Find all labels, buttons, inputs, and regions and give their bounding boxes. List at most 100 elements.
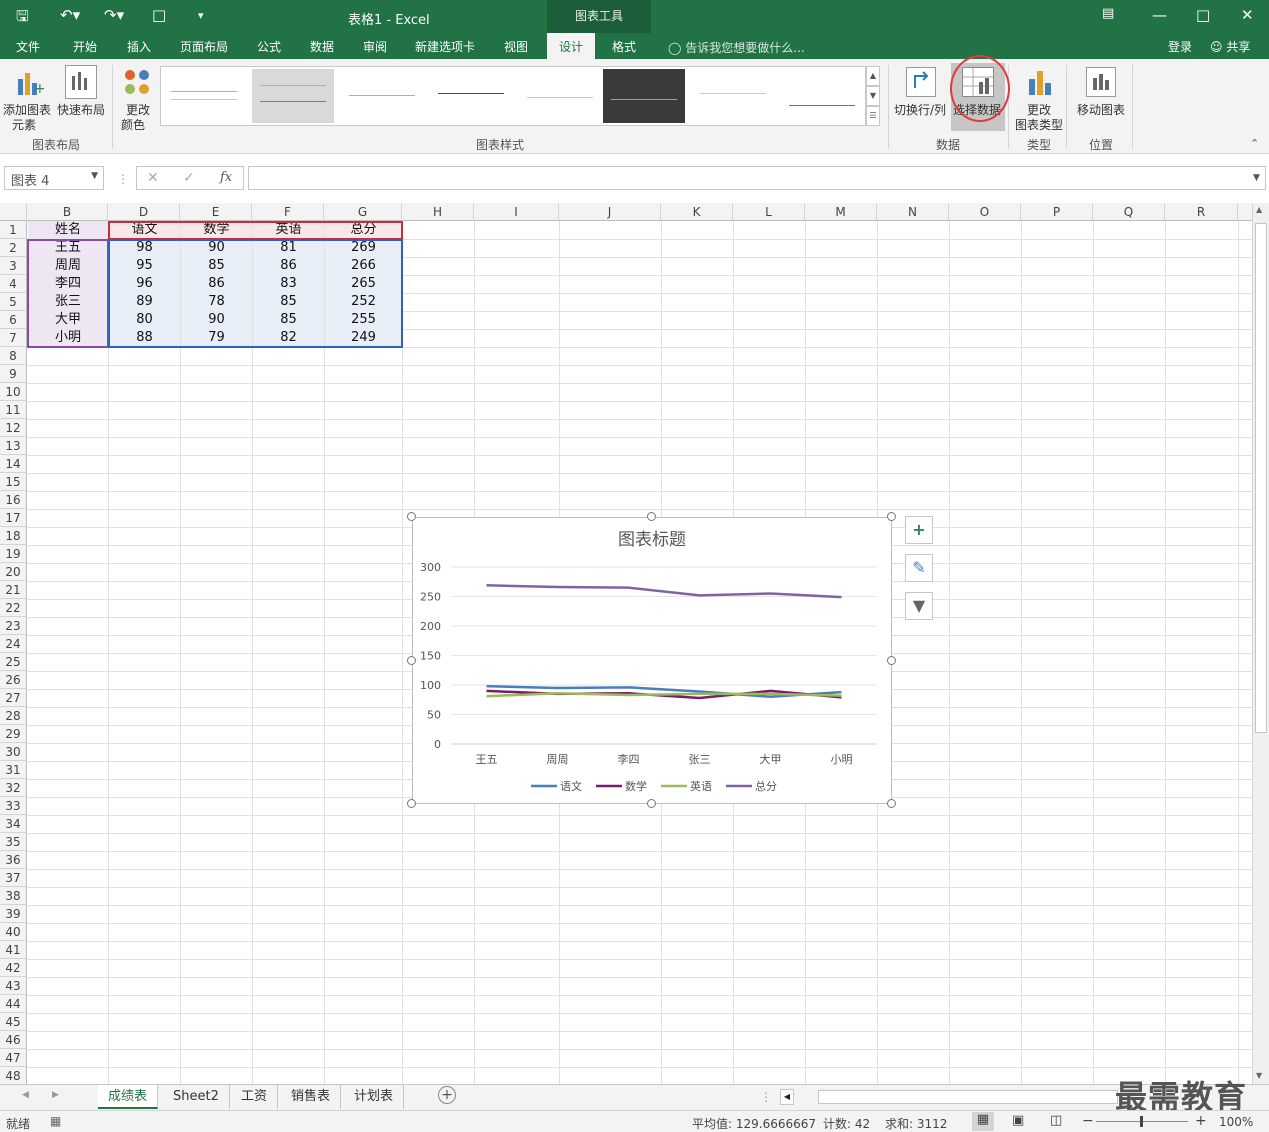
table-cell[interactable]: 王五 (28, 239, 108, 257)
table-cell[interactable]: 李四 (28, 275, 108, 293)
row-header-30[interactable]: 30 (0, 743, 27, 761)
table-cell[interactable]: 78 (181, 293, 252, 311)
table-cell[interactable]: 85 (181, 257, 252, 275)
row-header-39[interactable]: 39 (0, 905, 27, 923)
column-header-J[interactable]: J (559, 203, 661, 221)
redo-icon[interactable]: ↷▾ (104, 6, 124, 24)
row-header-22[interactable]: 22 (0, 599, 27, 617)
row-header-45[interactable]: 45 (0, 1013, 27, 1031)
row-header-6[interactable]: 6 (0, 311, 27, 329)
row-header-15[interactable]: 15 (0, 473, 27, 491)
tab-review[interactable]: 审阅 (363, 38, 387, 55)
tab-data[interactable]: 数据 (310, 38, 334, 55)
table-cell[interactable]: 265 (325, 275, 402, 293)
chart-filters-icon[interactable]: ▼ (905, 592, 933, 620)
name-box[interactable]: 图表 4 ▼ (4, 166, 104, 190)
row-header-1[interactable]: 1 (0, 221, 27, 239)
collapse-ribbon-icon[interactable]: ⌃ (1250, 137, 1259, 150)
table-cell[interactable]: 96 (109, 275, 180, 293)
column-header-G[interactable]: G (324, 203, 402, 221)
table-cell[interactable]: 85 (253, 311, 324, 329)
row-header-19[interactable]: 19 (0, 545, 27, 563)
tell-me-search[interactable]: ◯ 告诉我您想要做什么... (668, 39, 805, 56)
row-header-31[interactable]: 31 (0, 761, 27, 779)
table-cell[interactable]: 83 (253, 275, 324, 293)
row-header-13[interactable]: 13 (0, 437, 27, 455)
table-cell[interactable]: 89 (109, 293, 180, 311)
sheet-tab-sales[interactable]: 销售表 (281, 1085, 342, 1109)
table-cell[interactable]: 98 (109, 239, 180, 257)
resize-handle[interactable] (647, 799, 656, 808)
column-header-Q[interactable]: Q (1093, 203, 1165, 221)
row-header-35[interactable]: 35 (0, 833, 27, 851)
share-button[interactable]: ☺ 共享 (1210, 38, 1250, 55)
save-icon[interactable]: 🖫 (16, 6, 29, 31)
tab-view[interactable]: 视图 (504, 38, 528, 55)
row-header-43[interactable]: 43 (0, 977, 27, 995)
add-sheet-icon[interactable]: + (438, 1086, 456, 1104)
row-header-16[interactable]: 16 (0, 491, 27, 509)
row-header-9[interactable]: 9 (0, 365, 27, 383)
move-chart-icon[interactable] (1086, 67, 1116, 97)
row-header-2[interactable]: 2 (0, 239, 27, 257)
row-header-3[interactable]: 3 (0, 257, 27, 275)
column-header-K[interactable]: K (661, 203, 733, 221)
column-header-O[interactable]: O (949, 203, 1021, 221)
table-cell[interactable]: 82 (253, 329, 324, 347)
ribbon-display-icon[interactable]: ▤ (1102, 6, 1114, 21)
chart-style-7[interactable] (692, 69, 774, 123)
page-layout-view-icon[interactable]: ▣ (1012, 1113, 1024, 1128)
row-header-20[interactable]: 20 (0, 563, 27, 581)
prev-sheet-icon[interactable]: ◀ (22, 1090, 29, 1100)
column-header-D[interactable]: D (108, 203, 180, 221)
tab-file[interactable]: 文件 (16, 38, 40, 55)
row-header-12[interactable]: 12 (0, 419, 27, 437)
row-header-25[interactable]: 25 (0, 653, 27, 671)
close-icon[interactable]: ✕ (1241, 6, 1254, 24)
row-header-38[interactable]: 38 (0, 887, 27, 905)
new-file-icon[interactable]: □ (152, 6, 166, 24)
table-header-cell[interactable]: 语文 (109, 221, 180, 239)
chart-styles-brush-icon[interactable]: ✎ (905, 554, 933, 582)
scroll-up-icon[interactable]: ▲ (1256, 205, 1262, 214)
undo-icon[interactable]: ↶▾ (60, 6, 80, 24)
table-header-cell[interactable]: 数学 (181, 221, 252, 239)
cancel-icon[interactable]: ✕ (147, 170, 159, 186)
table-cell[interactable]: 90 (181, 239, 252, 257)
row-header-26[interactable]: 26 (0, 671, 27, 689)
row-header-40[interactable]: 40 (0, 923, 27, 941)
row-header-44[interactable]: 44 (0, 995, 27, 1013)
table-cell[interactable]: 90 (181, 311, 252, 329)
row-header-29[interactable]: 29 (0, 725, 27, 743)
vertical-scrollbar[interactable]: ▲ ▼ (1252, 203, 1269, 1084)
quick-layout-label[interactable]: 快速布局 (57, 101, 105, 118)
tab-design[interactable]: 设计 (547, 33, 596, 59)
row-header-17[interactable]: 17 (0, 509, 27, 527)
resize-handle[interactable] (407, 799, 416, 808)
row-header-47[interactable]: 47 (0, 1049, 27, 1067)
column-header-H[interactable]: H (402, 203, 474, 221)
row-header-24[interactable]: 24 (0, 635, 27, 653)
switch-row-column-label[interactable]: 切换行/列 (894, 101, 946, 118)
next-sheet-icon[interactable]: ▶ (52, 1090, 59, 1100)
gallery-more-icon[interactable]: ☰ (866, 106, 880, 126)
change-chart-type-icon[interactable] (1026, 67, 1054, 97)
column-header-F[interactable]: F (252, 203, 324, 221)
resize-handle[interactable] (407, 512, 416, 521)
chart-style-3[interactable] (341, 69, 423, 123)
table-cell[interactable]: 81 (253, 239, 324, 257)
tab-home[interactable]: 开始 (73, 38, 97, 55)
change-chart-type-label-2[interactable]: 图表类型 (1015, 116, 1063, 133)
column-header-M[interactable]: M (805, 203, 877, 221)
table-header-cell[interactable]: 总分 (325, 221, 402, 239)
row-header-42[interactable]: 42 (0, 959, 27, 977)
chart-style-6[interactable] (603, 69, 685, 123)
table-cell[interactable]: 86 (253, 257, 324, 275)
row-header-28[interactable]: 28 (0, 707, 27, 725)
scroll-down-icon[interactable]: ▼ (1256, 1071, 1262, 1080)
gallery-scroll-up-icon[interactable]: ▲ (866, 66, 880, 86)
formula-input[interactable] (248, 166, 1266, 190)
switch-row-column-icon[interactable] (906, 67, 936, 97)
resize-handle[interactable] (887, 512, 896, 521)
move-chart-label[interactable]: 移动图表 (1077, 101, 1125, 118)
